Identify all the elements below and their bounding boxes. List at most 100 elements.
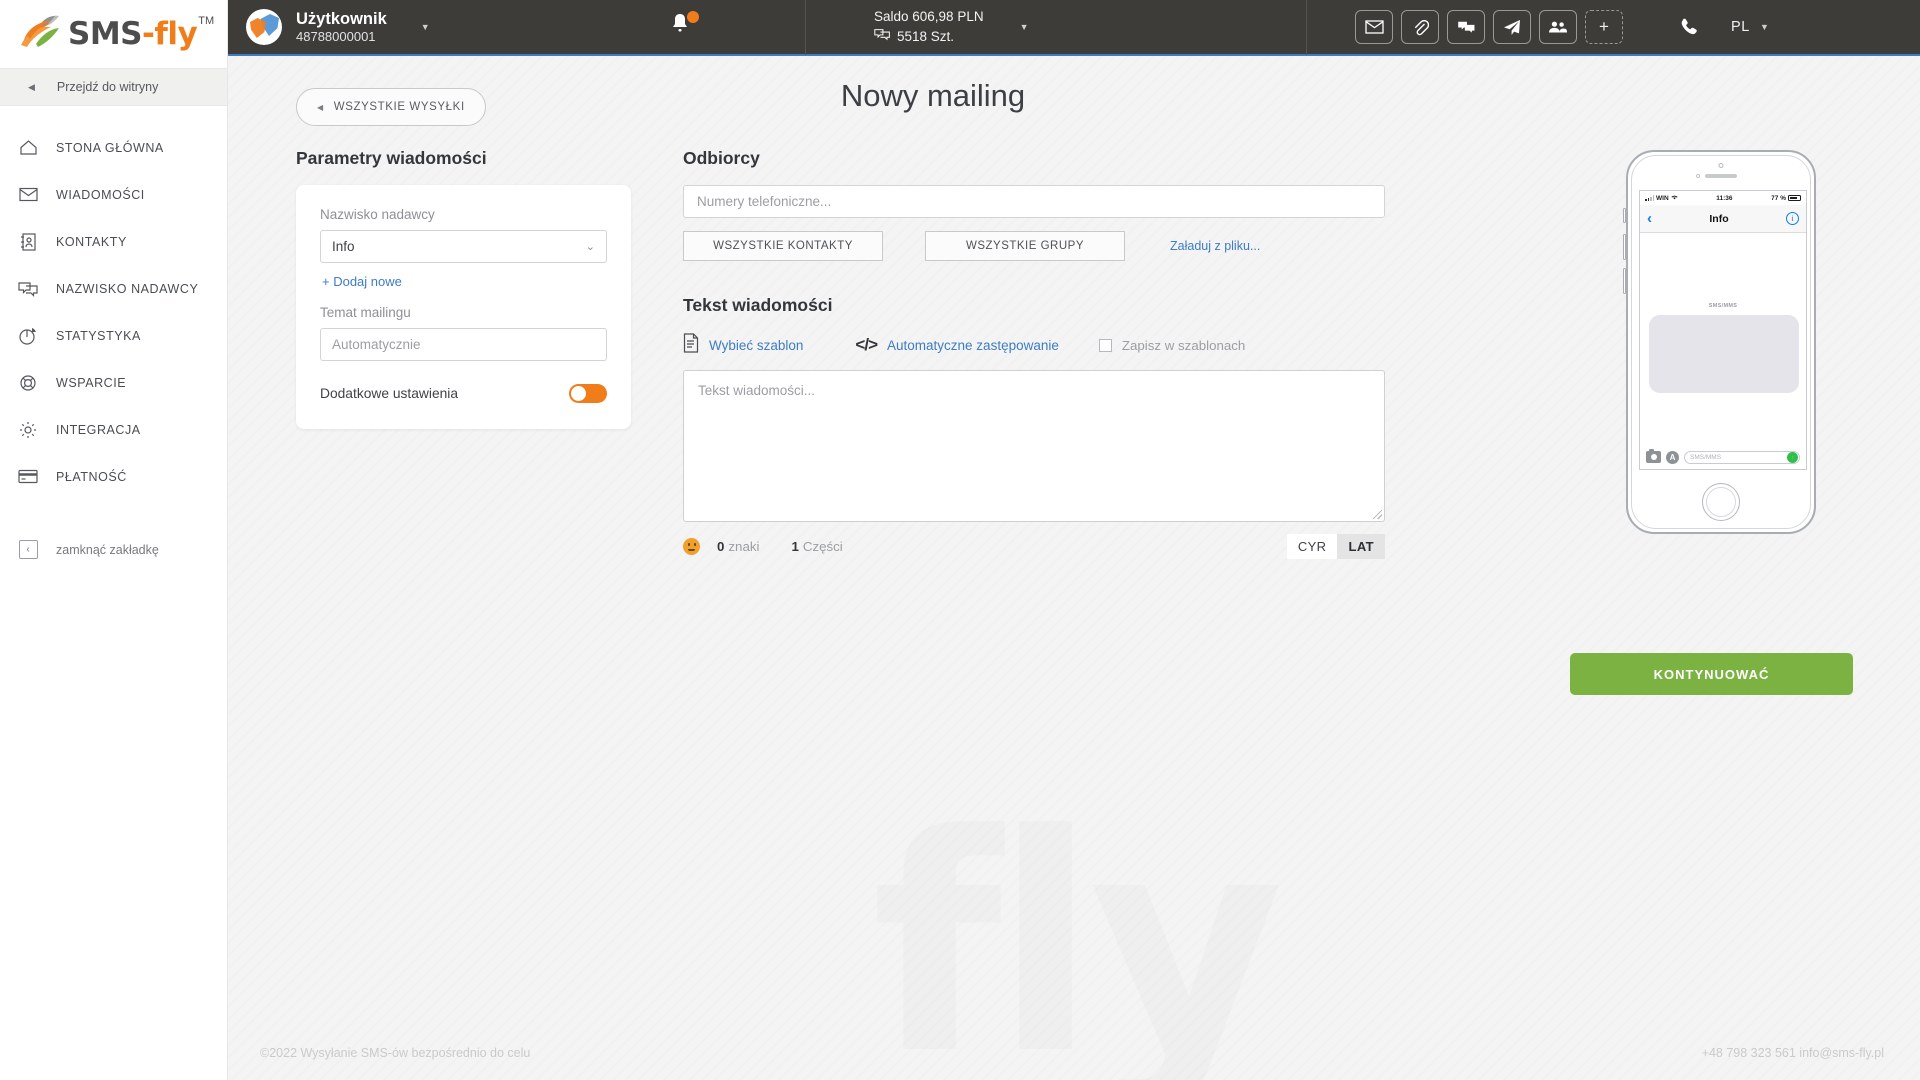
logo-text: SMS-fly	[68, 14, 197, 54]
user-menu[interactable]: Użytkownik 48788000001 ▼	[228, 0, 533, 55]
phone-home-button	[1702, 483, 1740, 521]
page-content: ◀ WSZYSTKIE WYSYŁKI Nowy mailing Paramet…	[228, 56, 1920, 1080]
balance-menu[interactable]: Saldo 606,98 PLN 5518 Szt. ▼	[805, 0, 1307, 55]
attachment-action-button[interactable]	[1401, 10, 1439, 44]
message-section-title: Tekst wiadomości	[683, 295, 1348, 316]
subject-input[interactable]: Automatycznie	[320, 328, 607, 361]
logo[interactable]: SMS-fly TM	[0, 0, 227, 68]
save-in-templates-checkbox[interactable]: Zapisz w szablonach	[1099, 338, 1245, 353]
phone-input-bar: A SMS/MMS ↑	[1640, 447, 1806, 467]
sidebar-item-sender-name[interactable]: NAZWISKO NADAWCY	[0, 265, 227, 312]
subject-label: Temat mailingu	[320, 305, 607, 320]
sidebar-collapse-toggle[interactable]: ‹ zamknąć zakładkę	[0, 540, 227, 559]
phone-status-bar: WIN 11:36 77 %	[1640, 191, 1806, 205]
send-action-button[interactable]	[1493, 10, 1531, 44]
sidebar-item-contacts[interactable]: KONTAKTY	[0, 218, 227, 265]
sidebar-item-integration[interactable]: INTEGRACJA	[0, 406, 227, 453]
sidebar-item-label: INTEGRACJA	[56, 423, 141, 437]
sidebar-item-support[interactable]: WSPARCIE	[0, 359, 227, 406]
chat-action-button[interactable]	[1447, 10, 1485, 44]
character-count-value: 0	[717, 539, 724, 554]
all-contacts-button[interactable]: WSZYSTKIE KONTAKTY	[683, 231, 883, 261]
sidebar-nav: STONA GŁÓWNA WIADOMOŚCI KONTAKTY NAZWISK…	[0, 106, 227, 500]
language-selector[interactable]: PL ▼	[1731, 19, 1769, 35]
sender-name-label: Nazwisko nadawcy	[320, 207, 607, 222]
phone-time: 11:36	[1716, 195, 1732, 202]
top-bar: Użytkownik 48788000001 ▼ Saldo 606,98 PL…	[228, 0, 1920, 56]
info-icon[interactable]: i	[1786, 212, 1799, 225]
carrier-label: WIN	[1656, 195, 1669, 202]
phone-numbers-input[interactable]: Numery telefoniczne...	[683, 185, 1385, 218]
send-arrow-icon[interactable]: ↑	[1787, 452, 1798, 463]
sms-fly-logo-icon	[18, 14, 64, 54]
phone-message-input[interactable]: SMS/MMS ↑	[1684, 451, 1800, 464]
language-label: PL	[1731, 19, 1750, 35]
all-groups-button[interactable]: WSZYSTKIE GRUPY	[925, 231, 1125, 261]
balance-amount: Saldo 606,98 PLN	[874, 8, 984, 26]
email-action-button[interactable]	[1355, 10, 1393, 44]
message-footer: 0znaki 1Części CYR LAT	[683, 534, 1385, 559]
sidebar-item-statistics[interactable]: STATYSTYKA	[0, 312, 227, 359]
phone-nav-bar: ‹ Info i	[1640, 205, 1806, 233]
pie-chart-icon	[0, 327, 56, 345]
choose-template-label: Wybieć szablon	[709, 338, 803, 353]
parts-count-value: 1	[791, 539, 798, 554]
page-footer: ©2022 Wysyłanie SMS-ów bezpośrednio do c…	[228, 1026, 1920, 1080]
message-textarea[interactable]: Tekst wiadomości...	[683, 370, 1385, 522]
signal-bars-icon	[1645, 195, 1654, 201]
main-region: fly Użytkownik 48788000001 ▼ Saldo 606,9	[228, 0, 1920, 1080]
notifications-button[interactable]	[669, 12, 697, 42]
sidebar-item-label: STONA GŁÓWNA	[56, 141, 164, 155]
camera-icon[interactable]	[1646, 451, 1661, 463]
checkbox-icon	[1099, 339, 1112, 352]
sidebar-item-messages[interactable]: WIADOMOŚCI	[0, 171, 227, 218]
sidebar-item-label: KONTAKTY	[56, 235, 127, 249]
sidebar-item-label: PŁATNOŚĆ	[56, 470, 127, 484]
phone-sms-type-label: SMS/MMS	[1640, 303, 1806, 309]
phone-proximity-sensor-icon	[1696, 174, 1700, 178]
sidebar-collapse-label: zamknąć zakładkę	[56, 543, 159, 557]
auto-substitution-label: Automatyczne zastępowanie	[887, 338, 1059, 353]
continue-button[interactable]: KONTYNUOWAĆ	[1570, 653, 1853, 695]
sidebar: SMS-fly TM ◀ Przejdź do witryny STONA GŁ…	[0, 0, 228, 1080]
chevron-down-icon: ▼	[1020, 22, 1029, 32]
chevron-down-icon: ▼	[1760, 22, 1770, 32]
save-in-templates-label: Zapisz w szablonach	[1122, 338, 1245, 353]
main-form-section: Odbiorcy Numery telefoniczne... WSZYSTKI…	[636, 148, 1348, 559]
choose-template-button[interactable]: Wybieć szablon	[683, 333, 803, 358]
phone-front-camera-icon	[1719, 163, 1724, 168]
page-header: ◀ WSZYSTKIE WYSYŁKI Nowy mailing	[228, 56, 1920, 148]
contacts-action-button[interactable]	[1539, 10, 1577, 44]
code-tag-icon: </>	[855, 335, 877, 355]
footer-copyright: ©2022 Wysyłanie SMS-ów bezpośrednio do c…	[260, 1046, 530, 1060]
add-action-button[interactable]: +	[1585, 10, 1623, 44]
content-columns: Parametry wiadomości Nazwisko nadawcy In…	[228, 148, 1920, 559]
goto-site-link[interactable]: ◀ Przejdź do witryny	[0, 68, 227, 106]
sidebar-item-label: WSPARCIE	[56, 376, 126, 390]
sender-name-select[interactable]: Info ⌄	[320, 230, 607, 263]
character-count-label: znaki	[728, 539, 759, 554]
battery-icon	[1788, 195, 1801, 201]
extra-settings-label: Dodatkowe ustawienia	[320, 386, 458, 401]
phone-speaker-icon	[1705, 174, 1737, 178]
document-icon	[683, 333, 699, 358]
parts-counter: 1Części	[791, 539, 842, 554]
emoji-picker-icon[interactable]	[683, 538, 700, 555]
topbar-actions: +	[1355, 10, 1623, 44]
gear-icon	[0, 421, 56, 439]
phone-mute-switch	[1623, 208, 1626, 223]
charset-cyr-button[interactable]: CYR	[1287, 534, 1338, 559]
message-toolbar: Wybieć szablon </> Automatyczne zastępow…	[683, 333, 1348, 357]
extra-settings-toggle[interactable]	[569, 384, 607, 403]
auto-substitution-button[interactable]: </> Automatyczne zastępowanie	[855, 335, 1058, 355]
phone-volume-up	[1623, 234, 1626, 260]
add-new-sender-link[interactable]: + Dodaj nowe	[322, 274, 607, 289]
sidebar-item-home[interactable]: STONA GŁÓWNA	[0, 124, 227, 171]
app-store-icon[interactable]: A	[1666, 451, 1679, 464]
preview-section: WIN 11:36 77 %	[1348, 148, 1920, 559]
phone-support-button[interactable]	[1679, 17, 1699, 37]
load-from-file-link[interactable]: Załaduj z pliku...	[1170, 239, 1260, 253]
sidebar-item-payment[interactable]: PŁATNOŚĆ	[0, 453, 227, 500]
phone-conversation-title: Info	[1709, 213, 1728, 225]
phone-back-icon[interactable]: ‹	[1647, 211, 1652, 226]
